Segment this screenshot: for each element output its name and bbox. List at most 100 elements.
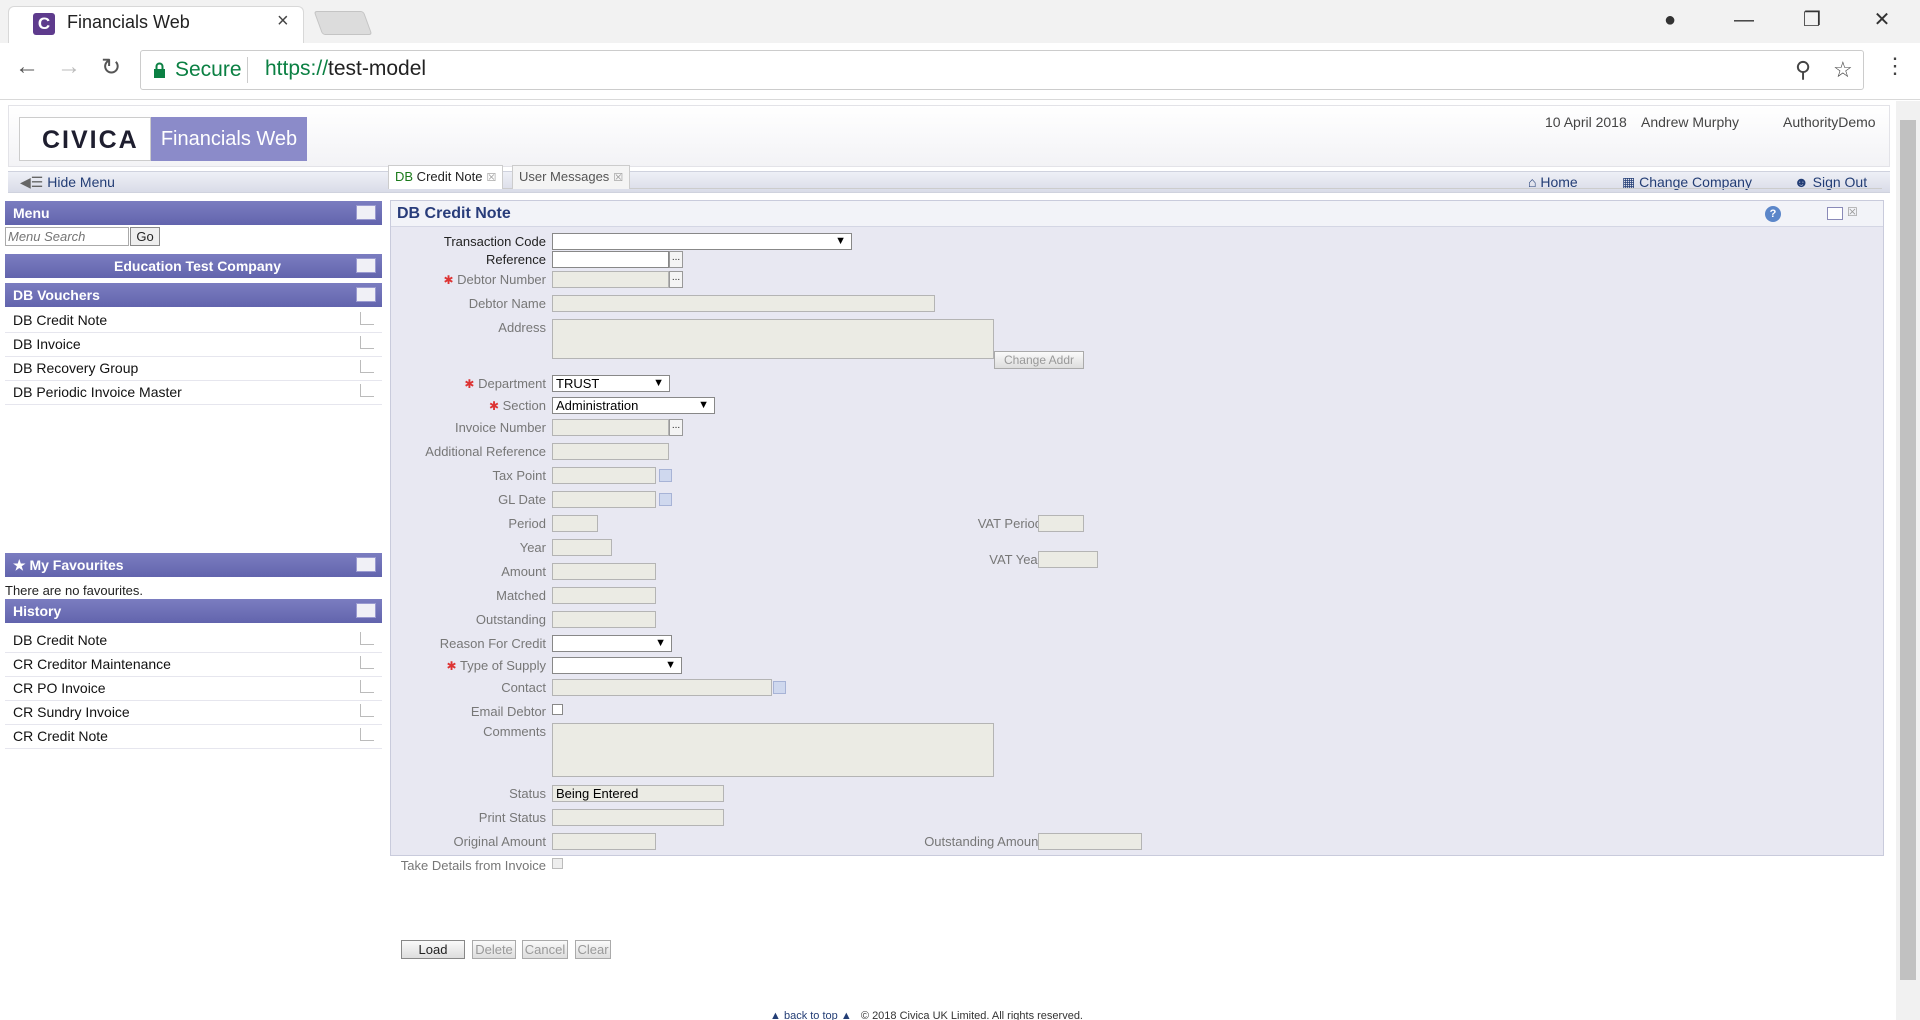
minimize-icon[interactable]: — (1724, 6, 1764, 34)
vat-period-input[interactable] (1038, 515, 1084, 532)
open-external-icon[interactable] (360, 728, 374, 741)
history-item[interactable]: CR Sundry Invoice (5, 701, 382, 725)
delete-button[interactable]: Delete (472, 940, 516, 959)
status-input[interactable]: Being Entered (552, 785, 724, 802)
take-details-checkbox[interactable] (552, 858, 563, 869)
invoice-number-input[interactable] (552, 419, 669, 436)
reason-for-credit-select[interactable]: ▼ (552, 635, 672, 652)
vat-year-input[interactable] (1038, 551, 1098, 568)
bookmark-star-icon[interactable]: ☆ (1833, 57, 1853, 83)
outstanding-input[interactable] (552, 611, 656, 628)
original-amount-input[interactable] (552, 833, 656, 850)
back-to-top-link[interactable]: ▲ back to top ▲ (770, 1010, 852, 1020)
clear-button[interactable]: Clear (575, 940, 611, 959)
sidebar-item-db-credit-note[interactable]: DB Credit Note (5, 309, 382, 333)
forward-icon[interactable]: → (52, 53, 86, 81)
panel-toggle-icon[interactable] (356, 287, 376, 302)
open-external-icon[interactable] (360, 656, 374, 669)
calendar-icon[interactable] (659, 469, 672, 482)
hide-menu-label: Hide Menu (47, 174, 115, 190)
go-button[interactable]: Go (130, 227, 160, 246)
outstanding-amount-input[interactable] (1038, 833, 1142, 850)
panel-toggle-icon[interactable] (356, 603, 376, 618)
menu-search-input[interactable] (5, 227, 129, 246)
matched-input[interactable] (552, 587, 656, 604)
gl-date-label: GL Date (498, 492, 546, 507)
dropdown-arrow-icon[interactable] (773, 681, 786, 694)
contact-select[interactable] (552, 679, 772, 696)
year-input[interactable] (552, 539, 612, 556)
restore-icon[interactable]: ❐ (1792, 6, 1832, 34)
tab-user-messages[interactable]: User Messages ☒ (512, 165, 631, 189)
department-value: TRUST (556, 376, 600, 391)
email-debtor-checkbox[interactable] (552, 704, 563, 715)
history-item[interactable]: CR PO Invoice (5, 677, 382, 701)
help-icon[interactable]: ? (1765, 206, 1781, 222)
print-status-input[interactable] (552, 809, 724, 826)
profile-icon[interactable]: ● (1650, 6, 1690, 34)
sidebar-item-db-recovery-group[interactable]: DB Recovery Group (5, 357, 382, 381)
open-external-icon[interactable] (360, 384, 374, 397)
close-window-icon[interactable]: ✕ (1862, 6, 1902, 34)
back-icon[interactable]: ← (10, 53, 44, 81)
address-bar[interactable]: Secure https://test-model ⚲ ☆ (140, 50, 1864, 90)
browser-tab[interactable]: C Financials Web × (8, 6, 304, 43)
department-label: ✱ Department (391, 376, 546, 391)
url-host: test-model (328, 57, 427, 80)
history-item[interactable]: DB Credit Note (5, 629, 382, 653)
open-external-icon[interactable] (360, 632, 374, 645)
section-select[interactable]: Administration ▼ (552, 397, 715, 414)
open-external-icon[interactable] (360, 360, 374, 373)
page: CIVICA Financials Web 10 April 2018 Andr… (0, 101, 1896, 1020)
history-item[interactable]: CR Credit Note (5, 725, 382, 749)
tab-db-credit-note[interactable]: DB Credit Note ☒ (388, 165, 504, 189)
zoom-icon[interactable]: ⚲ (1795, 57, 1811, 83)
open-external-icon[interactable] (360, 336, 374, 349)
hide-menu-button[interactable]: ◀☰ Hide Menu (20, 174, 115, 191)
comments-textarea[interactable] (552, 723, 994, 777)
panel-toggle-icon[interactable] (356, 557, 376, 572)
scrollbar-thumb[interactable] (1900, 120, 1916, 980)
section-value: Administration (556, 398, 639, 413)
department-select[interactable]: TRUST ▼ (552, 375, 670, 392)
new-tab-button[interactable] (313, 11, 373, 35)
debtor-number-input[interactable] (552, 271, 669, 288)
period-input[interactable] (552, 515, 598, 532)
sidebar-item-db-invoice[interactable]: DB Invoice (5, 333, 382, 357)
type-of-supply-select[interactable]: ▼ (552, 657, 682, 674)
calendar-icon[interactable] (659, 493, 672, 506)
popout-icon[interactable] (1827, 207, 1843, 220)
close-form-icon[interactable]: ☒ (1847, 205, 1858, 219)
close-tab-icon[interactable]: ☒ (486, 172, 496, 184)
panel-toggle-icon[interactable] (356, 205, 376, 220)
history-item[interactable]: CR Creditor Maintenance (5, 653, 382, 677)
url-text[interactable]: https://test-model (265, 57, 426, 81)
panel-toggle-icon[interactable] (356, 258, 376, 273)
debtor-name-input[interactable] (552, 295, 935, 312)
load-button[interactable]: Load (401, 940, 465, 959)
reference-label: Reference (486, 252, 546, 267)
company-name: Education Test Company (114, 258, 281, 274)
open-external-icon[interactable] (360, 680, 374, 693)
open-external-icon[interactable] (360, 312, 374, 325)
address-textarea[interactable] (552, 319, 994, 359)
transaction-code-select[interactable]: ▼ (552, 233, 852, 250)
reference-input[interactable] (552, 251, 669, 268)
additional-reference-label: Additional Reference (425, 444, 546, 459)
gl-date-input[interactable] (552, 491, 656, 508)
close-tab-icon[interactable]: × (277, 10, 289, 33)
reload-icon[interactable]: ↻ (94, 53, 128, 82)
reference-lookup-button[interactable]: ... (669, 251, 683, 268)
debtor-number-lookup-button[interactable]: ... (669, 271, 683, 288)
invoice-number-lookup-button[interactable]: ... (669, 419, 683, 436)
open-external-icon[interactable] (360, 704, 374, 717)
amount-input[interactable] (552, 563, 656, 580)
history-item-label: CR Sundry Invoice (13, 704, 130, 720)
sidebar-item-db-periodic-invoice-master[interactable]: DB Periodic Invoice Master (5, 381, 382, 405)
cancel-button[interactable]: Cancel (522, 940, 568, 959)
close-tab-icon[interactable]: ☒ (613, 172, 623, 184)
tax-point-input[interactable] (552, 467, 656, 484)
browser-menu-icon[interactable]: ⋮ (1884, 53, 1906, 79)
change-addr-button[interactable]: Change Addr (994, 351, 1084, 369)
additional-reference-input[interactable] (552, 443, 669, 460)
